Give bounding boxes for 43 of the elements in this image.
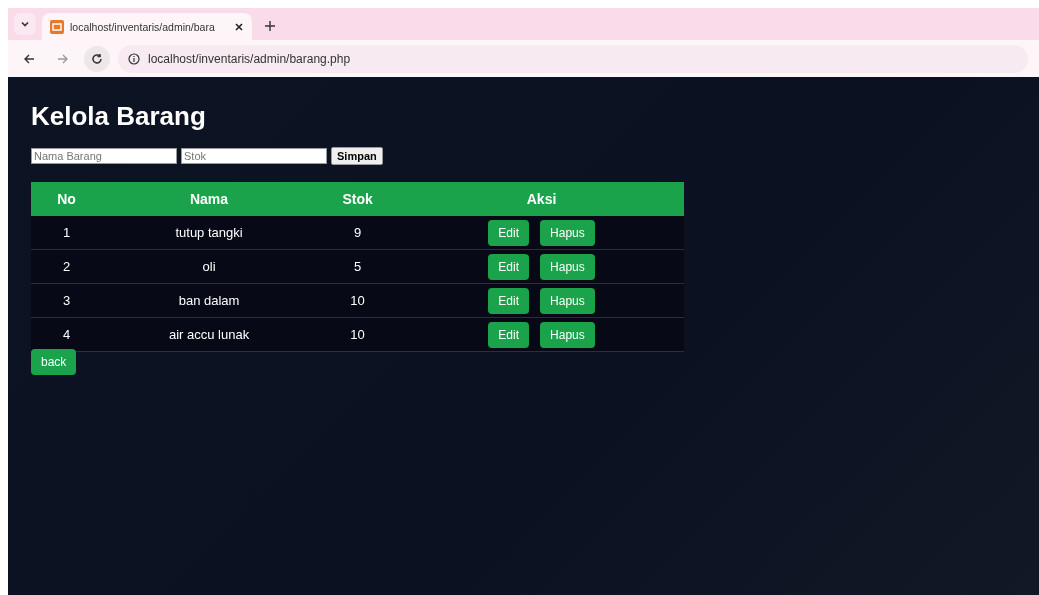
table-cell: 1 [31, 216, 103, 250]
column-header: No [31, 182, 103, 216]
table-cell: tutup tangki [102, 216, 316, 250]
delete-button[interactable]: Hapus [540, 287, 595, 314]
table-cell: ban dalam [102, 283, 316, 318]
delete-button[interactable]: Hapus [540, 321, 595, 348]
input-field[interactable]: Stok [181, 148, 327, 164]
tab-title: localhost/inventaris/admin/bara [70, 20, 216, 33]
browser-tab[interactable]: localhost/inventaris/admin/bara [42, 13, 252, 40]
column-header: Nama [102, 182, 316, 216]
reload-button[interactable] [84, 45, 110, 72]
chevron-down-icon [20, 19, 30, 29]
arrow-right-icon [57, 52, 69, 65]
close-icon[interactable] [234, 21, 244, 32]
table-cell: 10 [316, 283, 400, 318]
arrow-left-icon [23, 52, 35, 65]
url-text: localhost/inventaris/admin/barang.php [148, 51, 351, 66]
tab-list-button[interactable] [14, 13, 36, 35]
table-cell: oli [102, 249, 316, 284]
reload-icon [91, 52, 103, 65]
table-cell: 5 [316, 249, 400, 284]
table-cell: 9 [316, 216, 400, 250]
back-button[interactable]: back [31, 349, 77, 375]
input-field[interactable]: Nama Barang [31, 148, 177, 164]
edit-button[interactable]: Edit [488, 321, 530, 348]
app-logo-icon [50, 19, 64, 34]
table-cell: 2 [31, 249, 103, 284]
info-icon[interactable] [128, 52, 140, 65]
delete-button[interactable]: Hapus [540, 253, 595, 280]
table-cell: 4 [31, 317, 103, 352]
edit-button[interactable]: Edit [488, 219, 530, 246]
edit-button[interactable]: Edit [488, 253, 530, 280]
delete-button[interactable]: Hapus [540, 219, 595, 246]
table-cell: air accu lunak [102, 317, 316, 352]
page-title: Kelola Barang [31, 100, 207, 133]
table-cell: 3 [31, 283, 103, 318]
new-tab-icon[interactable] [264, 20, 276, 32]
table-cell: 10 [316, 317, 400, 352]
edit-button[interactable]: Edit [488, 287, 530, 314]
column-header: Aksi [399, 182, 684, 216]
column-header: Stok [316, 182, 400, 216]
address-bar[interactable]: localhost/inventaris/admin/barang.php [118, 44, 1028, 73]
save-button[interactable]: Simpan [331, 147, 383, 165]
